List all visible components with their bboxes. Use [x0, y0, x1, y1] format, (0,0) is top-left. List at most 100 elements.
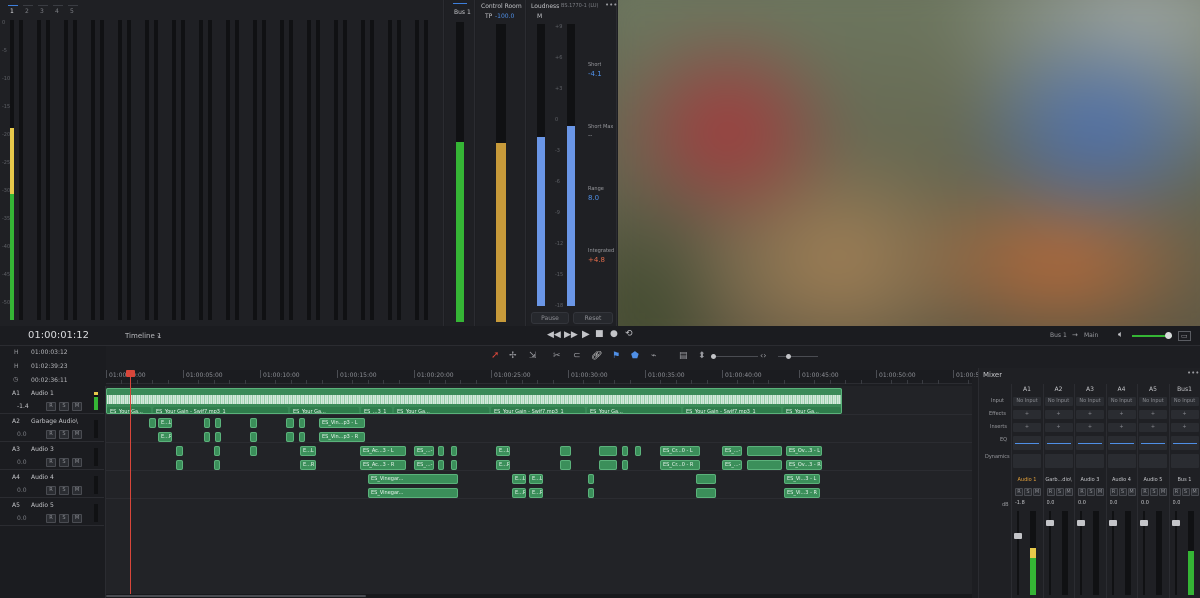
track-volume[interactable]: 0.0 [17, 431, 27, 438]
channel-tab[interactable]: 1 [10, 8, 14, 15]
track-r-button[interactable]: R [46, 486, 56, 495]
mixer-s-button[interactable]: S [1181, 488, 1190, 496]
clip[interactable]: E...R [529, 488, 543, 498]
marker-icon[interactable]: ⬟ [631, 351, 639, 361]
mixer-volume-value[interactable]: 0.0 [1141, 500, 1149, 506]
chevron-down-icon[interactable]: ⌄ [156, 331, 162, 339]
clip[interactable] [599, 460, 617, 470]
main-output-label[interactable]: Main [1084, 332, 1098, 339]
horizontal-scrollbar[interactable] [106, 594, 972, 598]
clip[interactable]: ES_Ov...3 - R [786, 460, 822, 470]
track-m-button[interactable]: M [72, 402, 82, 411]
mixer-effects-add[interactable]: + [1044, 410, 1073, 419]
selection-tool-icon[interactable]: ➚ [491, 350, 499, 361]
clip[interactable]: ES_Ac...3 - R [360, 460, 406, 470]
mixer-s-button[interactable]: S [1118, 488, 1127, 496]
mixer-dynamics-graph[interactable] [1107, 454, 1136, 468]
film-icon[interactable]: ▤ [679, 351, 688, 361]
track-name[interactable]: Audio 5 [31, 502, 54, 509]
track-header[interactable]: A3 Audio 3 0.0 R S M [0, 442, 104, 470]
track-s-button[interactable]: S [59, 458, 69, 467]
mixer-channel-name[interactable]: Bus 1 [1170, 477, 1200, 483]
track-volume[interactable]: 0.0 [17, 487, 27, 494]
trim-tool-icon[interactable]: ⇲ [529, 351, 537, 361]
track-header[interactable]: A5 Audio 5 0.0 R S M [0, 498, 104, 526]
clip[interactable] [214, 460, 220, 470]
mixer-effects-add[interactable]: + [1076, 410, 1104, 419]
clip[interactable]: E...L [300, 446, 316, 456]
range-tool-icon[interactable]: ✢ [509, 351, 517, 361]
clip[interactable] [747, 446, 782, 456]
mixer-channel-name[interactable]: Garb...dio\ [1044, 477, 1074, 483]
clip[interactable] [299, 418, 305, 428]
clip[interactable] [250, 432, 257, 442]
track-header[interactable]: A2 Garbage Audio\ 0.0 R S M [0, 414, 104, 442]
clip[interactable]: ES_Vin...p3 - R [319, 432, 365, 442]
mixer-eq-graph[interactable] [1139, 436, 1167, 450]
clip[interactable]: ES_Your Gain - Swif7.mp3_1 [491, 407, 585, 413]
speaker-icon[interactable]: 🔈︎ [1118, 330, 1123, 340]
mixer-inserts-add[interactable]: + [1139, 423, 1167, 432]
clip[interactable] [622, 446, 628, 456]
audio-1-clip-strip[interactable]: ES_Your Ga... ES_Your Gain - Swif7.mp3_1 E… [106, 388, 842, 414]
clip[interactable]: ES_...- R [722, 460, 742, 470]
clip[interactable]: ES_Your Ga... [587, 407, 681, 413]
more-options-icon[interactable]: ••• [605, 1, 617, 9]
clip[interactable] [286, 418, 294, 428]
mixer-volume-value[interactable]: 0.0 [1047, 500, 1055, 506]
height-slider[interactable] [778, 356, 818, 357]
mixer-r-button[interactable]: R [1172, 488, 1181, 496]
zoom-slider[interactable] [714, 356, 758, 357]
mixer-eq-graph[interactable] [1044, 436, 1073, 450]
channel-tab[interactable]: 4 [55, 8, 59, 15]
clip[interactable]: ES_Vinegar... [368, 488, 458, 498]
clip[interactable] [176, 446, 183, 456]
clip[interactable]: ES_Your Gain - Swif7.mp3_1 [683, 407, 781, 413]
mixer-channel-name[interactable]: Audio 1 [1012, 477, 1042, 483]
clip[interactable]: ES_Your Ga... [290, 407, 359, 413]
pause-button[interactable]: Pause [531, 312, 569, 324]
timeline-ruler[interactable]: 01:00:00:0001:00:05:0001:00:10:0001:00:1… [106, 370, 1016, 384]
clip[interactable] [696, 488, 716, 498]
fader-track[interactable] [1017, 511, 1019, 595]
clip[interactable] [588, 474, 594, 484]
mixer-m-button[interactable]: M [1033, 488, 1041, 496]
mixer-dynamics-graph[interactable] [1076, 454, 1104, 468]
track-m-button[interactable]: M [72, 430, 82, 439]
clip[interactable] [286, 432, 294, 442]
mixer-effects-add[interactable]: + [1170, 410, 1199, 419]
mixer-inserts-add[interactable]: + [1170, 423, 1199, 432]
clip[interactable] [438, 446, 444, 456]
flag-icon[interactable]: ⚑ [612, 351, 620, 361]
clip[interactable] [599, 446, 617, 456]
mixer-inserts-add[interactable]: + [1013, 423, 1041, 432]
mixer-volume-value[interactable]: 0.0 [1110, 500, 1118, 506]
clip[interactable]: E...R [300, 460, 316, 470]
audio-waveform-icon[interactable]: ⌁ [651, 351, 656, 361]
clip[interactable]: ES_Ov...3 - L [786, 446, 822, 456]
clip[interactable]: ES_Vi...3 - R [784, 488, 820, 498]
track-s-button[interactable]: S [59, 430, 69, 439]
play-icon[interactable]: ▶ [582, 329, 590, 340]
clip[interactable]: E...R [496, 460, 510, 470]
clip[interactable] [214, 446, 220, 456]
mixer-input-select[interactable]: No Input [1076, 397, 1104, 406]
clip[interactable] [747, 460, 782, 470]
track-volume[interactable]: -1.4 [17, 403, 29, 410]
track-header[interactable]: A4 Audio 4 0.0 R S M [0, 470, 104, 498]
track-volume[interactable]: 0.0 [17, 515, 27, 522]
mixer-effects-add[interactable]: + [1013, 410, 1041, 419]
mixer-channel-name[interactable]: Audio 3 [1075, 477, 1105, 483]
blade-tool-icon[interactable]: ✂ [553, 351, 561, 361]
clip[interactable] [204, 432, 210, 442]
playhead[interactable] [130, 370, 131, 594]
track-name[interactable]: Audio 1 [31, 390, 54, 397]
volume-slider-handle[interactable] [1165, 332, 1172, 339]
clip[interactable]: E...L [512, 474, 526, 484]
clip[interactable] [204, 418, 210, 428]
mixer-volume-value[interactable]: 0.0 [1078, 500, 1086, 506]
clip[interactable]: ES_Your Gain - Swif7.mp3_1 [153, 407, 288, 413]
mixer-inserts-add[interactable]: + [1076, 423, 1104, 432]
mixer-input-select[interactable]: No Input [1170, 397, 1199, 406]
fader-handle[interactable] [1045, 520, 1054, 526]
